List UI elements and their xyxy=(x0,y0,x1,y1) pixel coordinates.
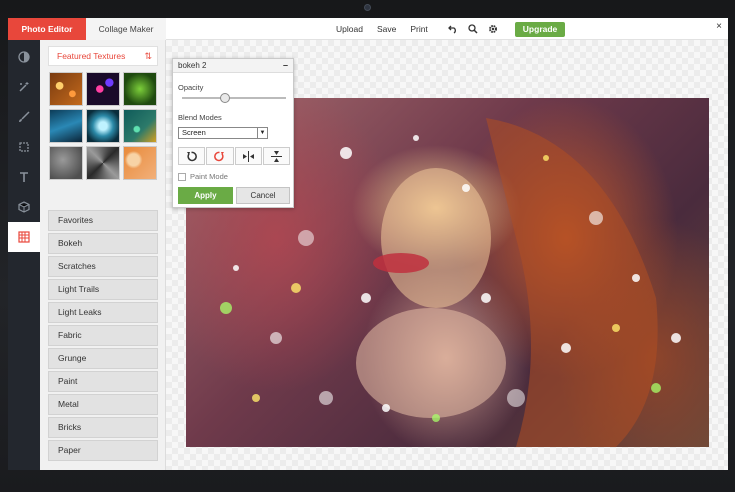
minimize-button[interactable]: – xyxy=(283,59,288,72)
undo-icon[interactable] xyxy=(443,18,463,40)
texture-thumbnails xyxy=(49,72,157,180)
save-button[interactable]: Save xyxy=(370,18,403,40)
opacity-slider[interactable] xyxy=(182,93,286,103)
tool-rail xyxy=(8,40,40,470)
apply-button[interactable]: Apply xyxy=(178,187,233,204)
magic-wand-icon[interactable] xyxy=(8,72,40,102)
tab-photo-editor[interactable]: Photo Editor xyxy=(8,18,86,40)
paint-mode-label: Paint Mode xyxy=(190,172,228,181)
texture-thumbnail[interactable] xyxy=(86,72,120,106)
filter-sliders-icon[interactable]: ⇅ xyxy=(144,47,152,65)
texture-thumbnail[interactable] xyxy=(123,72,157,106)
paint-mode-toggle[interactable]: Paint Mode xyxy=(178,172,228,181)
rotate-right-icon xyxy=(214,151,225,161)
category-paper[interactable]: Paper xyxy=(48,440,158,461)
brush-icon[interactable] xyxy=(8,102,40,132)
opacity-label: Opacity xyxy=(178,83,204,92)
rotate-left-button[interactable] xyxy=(178,147,206,165)
category-favorites[interactable]: Favorites xyxy=(48,210,158,231)
category-bricks[interactable]: Bricks xyxy=(48,417,158,438)
crop-icon[interactable] xyxy=(8,132,40,162)
category-bokeh[interactable]: Bokeh xyxy=(48,233,158,254)
texture-thumbnail[interactable] xyxy=(123,146,157,180)
texture-settings-dialog: bokeh 2 – Opacity Blend Modes Screen ▼ P… xyxy=(172,58,294,208)
app-screen: Photo Editor Collage Maker Upload Save P… xyxy=(8,18,728,470)
blend-modes-label: Blend Modes xyxy=(178,113,222,122)
contrast-icon[interactable] xyxy=(8,42,40,72)
category-paint[interactable]: Paint xyxy=(48,371,158,392)
category-light-trails[interactable]: Light Trails xyxy=(48,279,158,300)
texture-thumbnail[interactable] xyxy=(123,109,157,143)
flip-vertical-button[interactable] xyxy=(262,147,290,165)
texture-thumbnail[interactable] xyxy=(49,109,83,143)
cancel-button[interactable]: Cancel xyxy=(236,187,290,204)
rotate-left-icon xyxy=(187,151,197,161)
zoom-icon[interactable] xyxy=(463,18,483,40)
dialog-title: bokeh 2 xyxy=(178,61,207,70)
texture-thumbnail[interactable] xyxy=(49,72,83,106)
upload-button[interactable]: Upload xyxy=(329,18,370,40)
blend-mode-select[interactable]: Screen ▼ xyxy=(178,127,268,139)
paint-mode-checkbox[interactable] xyxy=(178,172,186,181)
upgrade-button[interactable]: Upgrade xyxy=(514,21,566,37)
toolbar: Upload Save Print Upgrade xyxy=(329,18,566,40)
texture-thumbnail[interactable] xyxy=(86,109,120,143)
category-metal[interactable]: Metal xyxy=(48,394,158,415)
dialog-title-bar[interactable]: bokeh 2 – xyxy=(173,59,293,73)
category-fabric[interactable]: Fabric xyxy=(48,325,158,346)
blend-mode-value: Screen xyxy=(182,128,206,137)
rotate-right-button[interactable] xyxy=(206,147,234,165)
category-grunge[interactable]: Grunge xyxy=(48,348,158,369)
top-bar: Photo Editor Collage Maker Upload Save P… xyxy=(8,18,728,40)
chevron-down-icon: ▼ xyxy=(257,128,267,138)
flip-vertical-icon xyxy=(270,150,282,162)
transform-buttons xyxy=(178,147,290,165)
featured-textures-header[interactable]: Featured Textures ⇅ xyxy=(48,46,158,66)
settings-gear-icon[interactable] xyxy=(483,18,503,40)
print-button[interactable]: Print xyxy=(403,18,434,40)
tab-collage-maker[interactable]: Collage Maker xyxy=(86,18,166,40)
opacity-slider-knob[interactable] xyxy=(219,93,230,103)
category-light-leaks[interactable]: Light Leaks xyxy=(48,302,158,323)
texture-thumbnail[interactable] xyxy=(49,146,83,180)
text-icon[interactable] xyxy=(8,162,40,192)
texture-thumbnail[interactable] xyxy=(86,146,120,180)
texture-icon[interactable] xyxy=(8,222,40,252)
flip-horizontal-button[interactable] xyxy=(234,147,262,165)
sticker-icon[interactable] xyxy=(8,192,40,222)
textures-panel: Featured Textures ⇅ Favorites Bokeh Scra… xyxy=(40,40,166,470)
category-scratches[interactable]: Scratches xyxy=(48,256,158,277)
flip-horizontal-icon xyxy=(242,150,254,162)
close-icon[interactable]: × xyxy=(716,21,722,32)
category-list: Favorites Bokeh Scratches Light Trails L… xyxy=(48,210,158,463)
camera-dot xyxy=(364,4,371,11)
featured-textures-label: Featured Textures xyxy=(57,51,126,61)
